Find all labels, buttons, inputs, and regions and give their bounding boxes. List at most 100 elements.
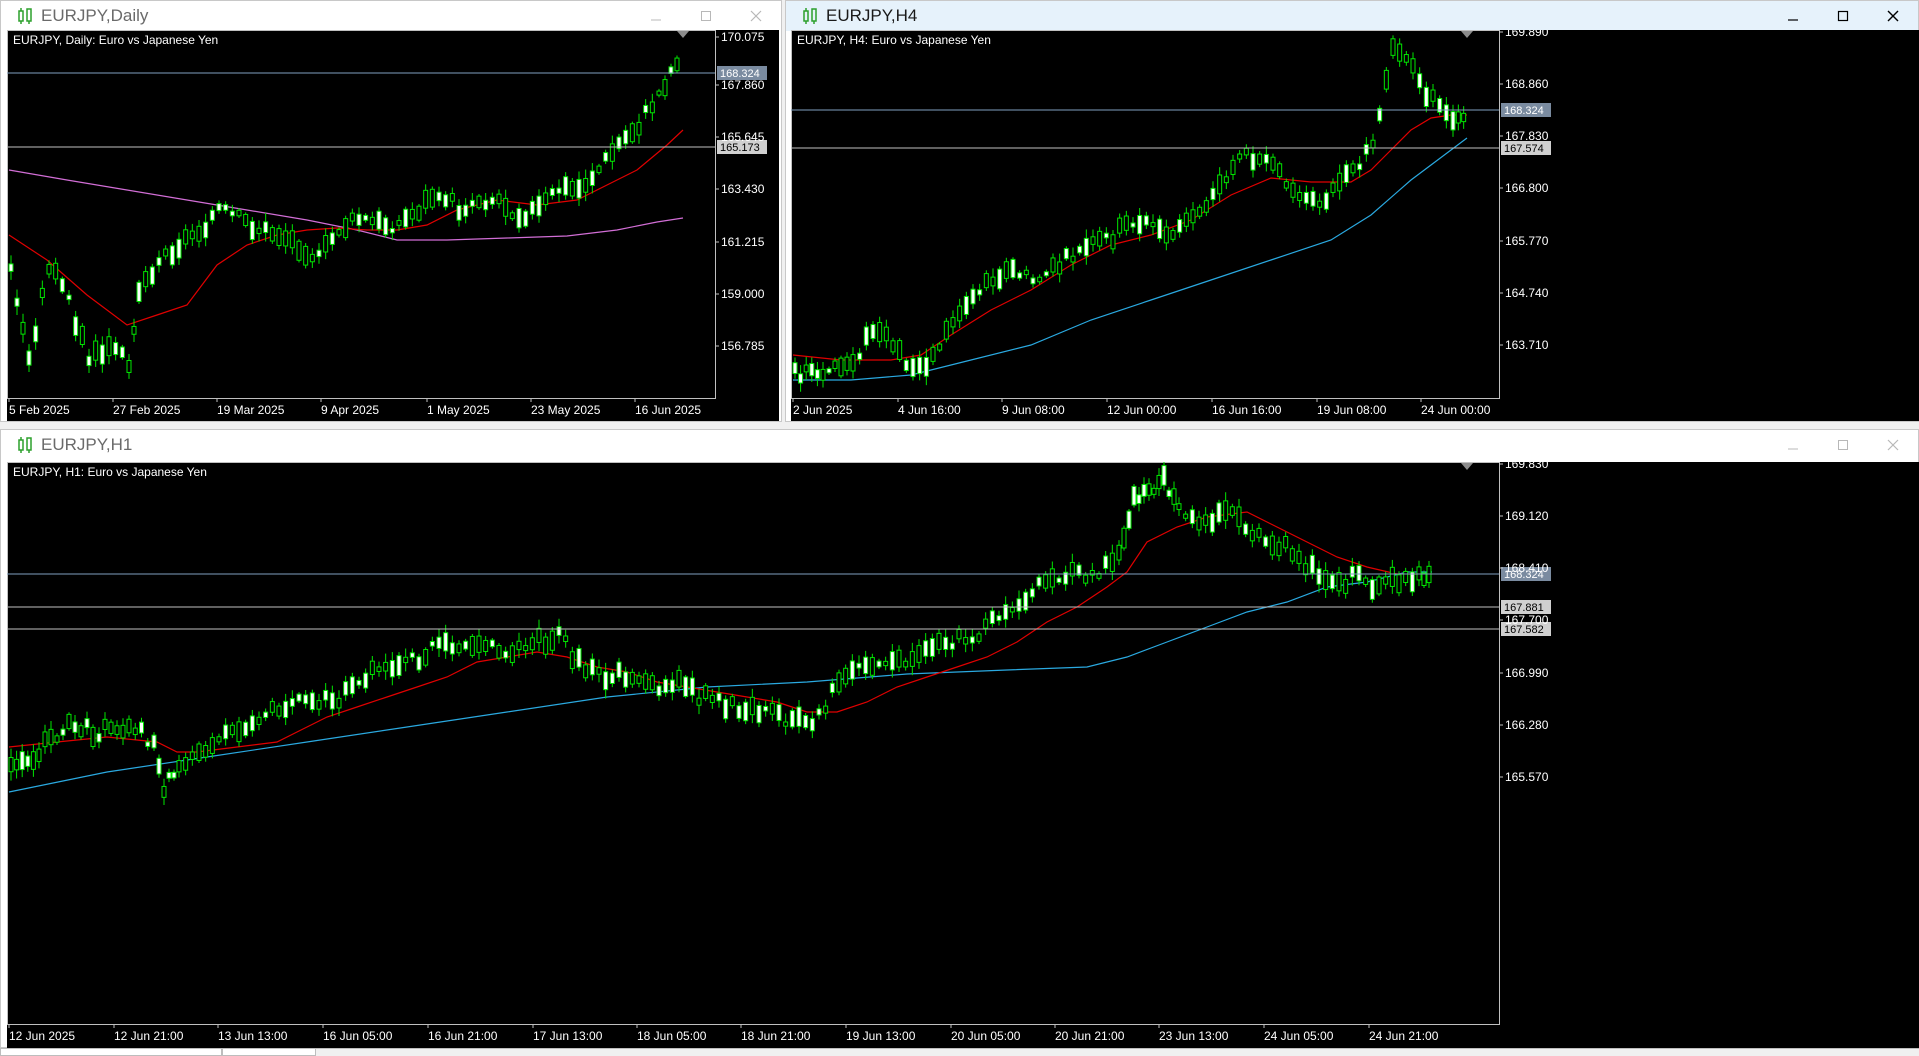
candle-body (469, 635, 475, 656)
candle-body (436, 191, 442, 202)
y-tick-label: 166.280 (1505, 718, 1549, 732)
chart-window-h1[interactable]: EURJPY,H1 168.324 167.881 167.582 169.830 16… (0, 429, 1919, 1048)
candle (936, 628, 942, 655)
candle (416, 653, 422, 673)
candle-body (1350, 163, 1356, 174)
candle (1096, 571, 1102, 581)
chart-shift-marker (1461, 31, 1473, 38)
candle-body (956, 628, 962, 640)
candle (436, 628, 442, 657)
candle (329, 685, 335, 717)
candle-body (329, 232, 335, 245)
candle (1076, 562, 1082, 579)
candle (1036, 573, 1042, 590)
candle (1336, 566, 1342, 597)
candle-body (149, 266, 155, 285)
tab-stub[interactable] (0, 1048, 222, 1056)
y-tick-label: 170.075 (721, 30, 765, 44)
x-tick-label: 16 Jun 05:00 (323, 1029, 393, 1043)
candle (1146, 478, 1152, 501)
candle (1126, 508, 1132, 531)
title-bar-h4[interactable]: EURJPY,H4 (786, 1, 1918, 31)
candle-body (636, 675, 642, 684)
candle (84, 711, 90, 735)
maximize-button[interactable] (681, 1, 731, 31)
candle-body (53, 262, 59, 280)
title-bar-daily[interactable]: EURJPY,Daily (1, 1, 781, 31)
candle (1203, 196, 1209, 217)
candle (8, 748, 14, 781)
candle (423, 184, 429, 215)
candle-body (1009, 607, 1015, 613)
candle-body (943, 636, 949, 650)
candle-body (549, 188, 555, 196)
candle-body (1190, 209, 1196, 224)
title-bar-h1[interactable]: EURJPY,H1 (1, 430, 1918, 460)
candle (1141, 477, 1147, 504)
window-title: EURJPY,H4 (826, 6, 918, 25)
close-button[interactable] (731, 1, 781, 31)
x-tick-label: 9 Jun 08:00 (1002, 403, 1065, 417)
candle (1117, 213, 1123, 238)
candle (543, 632, 549, 659)
maximize-button[interactable] (1818, 1, 1868, 31)
candle (289, 690, 295, 715)
tab-stub-active[interactable] (222, 1048, 316, 1056)
candle-body (509, 212, 515, 220)
chart-canvas: 168.324167.881167.582169.830169.120168.4… (7, 462, 1551, 1043)
price-chart-daily[interactable]: 168.324 165.173 170.075 167.860 165.645 163.4… (7, 30, 779, 421)
candle-body (1363, 144, 1369, 155)
candle (151, 732, 157, 751)
minimize-button[interactable] (631, 1, 681, 31)
candle-body (609, 143, 615, 162)
candle-body (356, 213, 362, 226)
candle-body (383, 217, 389, 236)
minimize-button[interactable] (1768, 430, 1818, 460)
close-button[interactable] (1868, 1, 1918, 31)
candle (703, 683, 709, 702)
candle-body (1376, 576, 1382, 595)
candle (943, 317, 949, 343)
candle-body (1257, 153, 1263, 165)
close-button[interactable] (1868, 430, 1918, 460)
price-chart-h1[interactable]: 168.324 167.881 167.582 169.830 169.120 168.4… (7, 462, 1919, 1048)
candle-body (469, 199, 475, 207)
candle-body (1030, 277, 1036, 285)
candle (1283, 531, 1289, 553)
candle (563, 172, 569, 200)
candle (349, 672, 355, 698)
candle-body (303, 694, 309, 705)
candle-body (849, 660, 855, 680)
candle (416, 203, 422, 223)
candle (403, 648, 409, 672)
candle (423, 647, 429, 668)
minimize-button[interactable] (1768, 1, 1818, 31)
candle-body (629, 671, 635, 685)
candle-body (416, 205, 422, 221)
candle (1210, 181, 1216, 207)
candle-body (423, 649, 429, 666)
candle-body (883, 326, 889, 342)
candle-body (86, 355, 92, 367)
candle-body (14, 758, 20, 771)
candle (96, 727, 102, 749)
candle-body (843, 667, 849, 685)
candle (1296, 543, 1302, 571)
candle (1310, 186, 1316, 211)
candle-body (1383, 576, 1389, 585)
price-chart-h4[interactable]: 168.324 167.574 169.890 168.860 167.830 166.8… (791, 30, 1919, 421)
candle-body (1156, 474, 1162, 490)
candle-body (937, 343, 943, 351)
candle-body (66, 713, 72, 730)
candle-body (889, 651, 895, 671)
candle-body (649, 675, 655, 691)
x-tick-label: 16 Jun 21:00 (428, 1029, 498, 1043)
chart-window-h4[interactable]: EURJPY,H4 168.324 167.574 169.890 168.860 16… (785, 0, 1919, 422)
candle (389, 221, 395, 241)
candle (73, 310, 79, 342)
maximize-button[interactable] (1818, 430, 1868, 460)
candle-body (145, 741, 151, 747)
chart-window-daily[interactable]: EURJPY,Daily 168.324 165.173 170.075 167.86… (0, 0, 782, 422)
candle (39, 280, 45, 306)
candle (662, 75, 668, 100)
